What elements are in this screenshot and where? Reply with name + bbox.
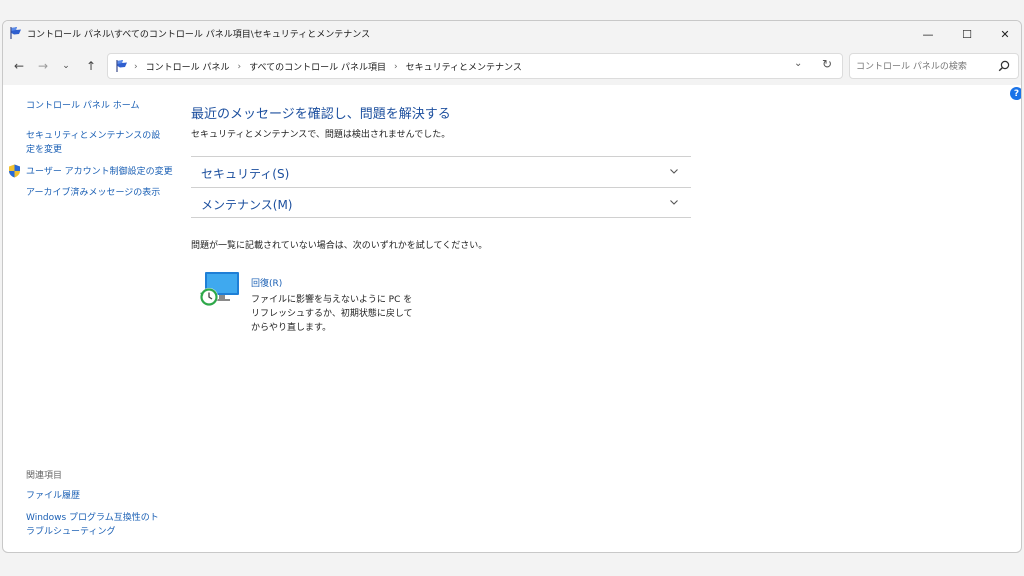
breadcrumb-separator[interactable]: › <box>237 62 241 72</box>
control-panel-window: コントロール パネル\すべてのコントロール パネル項目\セキュリティとメンテナン… <box>2 20 1022 553</box>
minimize-button[interactable]: — <box>908 21 948 47</box>
forward-button[interactable]: → <box>33 56 53 76</box>
change-settings-link[interactable]: セキュリティとメンテナンスの設定を変更 <box>26 129 164 157</box>
chevron-down-icon[interactable]: ⌄ <box>794 58 802 69</box>
breadcrumb: › コントロール パネル › すべてのコントロール パネル項目 › セキュリティ… <box>134 60 522 74</box>
refresh-icon[interactable]: ↻ <box>822 57 832 71</box>
compat-troubleshooter-link[interactable]: Windows プログラム互換性のトラブルシューティング <box>26 511 164 539</box>
related-items-label: 関連項目 <box>26 471 63 481</box>
flag-icon <box>116 60 127 72</box>
window-title: コントロール パネル\すべてのコントロール パネル項目\セキュリティとメンテナン… <box>27 30 371 40</box>
recovery-icon[interactable] <box>199 271 241 309</box>
back-button[interactable]: ← <box>9 56 29 76</box>
shield-icon <box>9 164 20 178</box>
recovery-description: ファイルに影響を与えないように PC をリフレッシュするか、初期状態に戻してから… <box>251 295 413 333</box>
recovery-link[interactable]: 回復(R) <box>251 276 282 289</box>
section-security[interactable]: セキュリティ(S) <box>191 156 691 186</box>
section-maintenance-label: メンテナンス(M) <box>201 198 293 212</box>
chevron-down-icon[interactable] <box>669 166 679 176</box>
uac-settings-link[interactable]: ユーザー アカウント制御設定の変更 <box>26 165 176 179</box>
maximize-button[interactable]: ☐ <box>947 21 987 47</box>
up-button[interactable]: ↑ <box>81 56 101 76</box>
search-box[interactable] <box>849 53 1019 79</box>
chevron-down-icon[interactable] <box>669 197 679 207</box>
breadcrumb-separator[interactable]: › <box>134 62 138 72</box>
breadcrumb-item-all-items[interactable]: すべてのコントロール パネル項目 <box>249 60 386 73</box>
search-icon[interactable] <box>998 60 1010 72</box>
breadcrumb-item-control-panel[interactable]: コントロール パネル <box>146 60 230 73</box>
address-bar[interactable]: › コントロール パネル › すべてのコントロール パネル項目 › セキュリティ… <box>107 53 843 79</box>
breadcrumb-separator[interactable]: › <box>394 62 398 72</box>
page-title: 最近のメッセージを確認し、問題を解決する <box>191 107 451 122</box>
help-button[interactable]: ? <box>1010 87 1021 100</box>
flag-icon <box>10 27 21 39</box>
archived-messages-link[interactable]: アーカイブ済みメッセージの表示 <box>26 186 176 200</box>
section-security-label: セキュリティ(S) <box>201 167 290 181</box>
hint-text: 問題が一覧に記載されていない場合は、次のいずれかを試してください。 <box>191 241 488 251</box>
control-panel-home-link[interactable]: コントロール パネル ホーム <box>26 99 166 113</box>
section-maintenance[interactable]: メンテナンス(M) <box>191 187 691 217</box>
status-message: セキュリティとメンテナンスで、問題は検出されませんでした。 <box>191 130 451 140</box>
recent-locations-button[interactable]: ⌄ <box>56 56 76 76</box>
search-input[interactable] <box>854 58 996 76</box>
file-history-link[interactable]: ファイル履歴 <box>26 489 166 503</box>
navigation-bar: ← → ⌄ ↑ › コントロール パネル › すべてのコントロール パネル項目 … <box>3 47 1021 85</box>
title-bar[interactable]: コントロール パネル\すべてのコントロール パネル項目\セキュリティとメンテナン… <box>3 21 1021 47</box>
divider <box>191 217 691 218</box>
close-button[interactable]: ✕ <box>985 21 1021 47</box>
breadcrumb-item-security-maintenance[interactable]: セキュリティとメンテナンス <box>406 60 522 73</box>
